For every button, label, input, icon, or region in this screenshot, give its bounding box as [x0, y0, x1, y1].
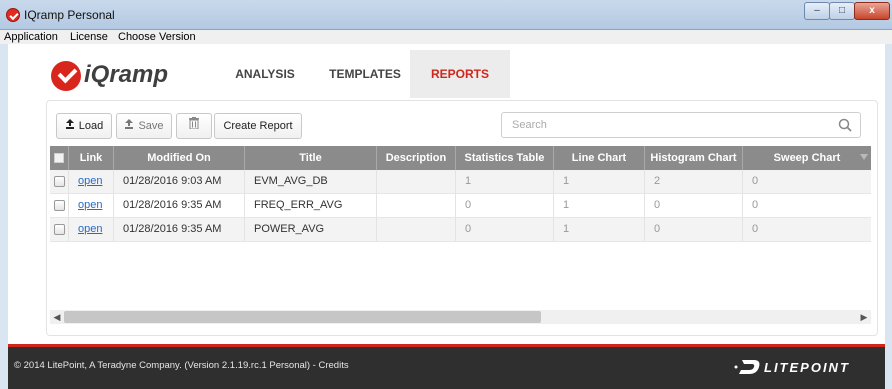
- save-button[interactable]: Save: [116, 113, 172, 139]
- search-box: [501, 112, 861, 138]
- iqramp-logo-text: iQramp: [84, 61, 169, 88]
- link-cell: open: [69, 218, 114, 241]
- trash-icon: [189, 117, 199, 132]
- load-button[interactable]: Load: [56, 113, 112, 139]
- save-label: Save: [138, 120, 164, 132]
- litepoint-logo-text: LITEPOINT: [764, 360, 850, 375]
- statistics-table-cell: 1: [456, 170, 554, 193]
- column-header-modified-on[interactable]: Modified On: [114, 146, 245, 170]
- app-icon: [6, 8, 20, 22]
- open-link[interactable]: open: [78, 199, 102, 211]
- open-link[interactable]: open: [78, 175, 102, 187]
- scrollbar-thumb[interactable]: [64, 311, 541, 323]
- line-chart-cell: 1: [554, 194, 645, 217]
- window-titlebar: IQramp Personal – □ x: [0, 0, 892, 30]
- line-chart-cell: 1: [554, 218, 645, 241]
- row-select: [50, 218, 69, 241]
- table-row[interactable]: open 01/28/2016 9:03 AM EVM_AVG_DB 1 1 2…: [50, 170, 871, 194]
- upload-icon: [65, 114, 75, 138]
- description-cell: [377, 170, 456, 193]
- modified-on-cell: 01/28/2016 9:03 AM: [114, 170, 245, 193]
- title-cell: POWER_AVG: [245, 218, 377, 241]
- column-header-line-chart[interactable]: Line Chart: [554, 146, 645, 170]
- column-header-link[interactable]: Link: [69, 146, 114, 170]
- litepoint-logo-icon: [734, 358, 762, 376]
- column-header-title[interactable]: Title: [245, 146, 377, 170]
- tab-reports[interactable]: REPORTS: [410, 50, 510, 98]
- search-input[interactable]: [502, 113, 832, 137]
- load-label: Load: [78, 120, 104, 132]
- create-report-button[interactable]: Create Report: [214, 113, 302, 139]
- open-link[interactable]: open: [78, 223, 102, 235]
- line-chart-cell: 1: [554, 170, 645, 193]
- menu-bar: Application License Choose Version: [0, 30, 892, 44]
- description-cell: [377, 218, 456, 241]
- maximize-button[interactable]: □: [829, 2, 855, 20]
- table-row[interactable]: open 01/28/2016 9:35 AM POWER_AVG 0 1 0 …: [50, 218, 871, 242]
- title-cell: FREQ_ERR_AVG: [245, 194, 377, 217]
- window-title: IQramp Personal: [24, 8, 115, 22]
- row-checkbox[interactable]: [54, 176, 65, 187]
- close-button[interactable]: x: [854, 2, 890, 20]
- modified-on-cell: 01/28/2016 9:35 AM: [114, 218, 245, 241]
- scroll-left-icon[interactable]: ◀: [50, 310, 64, 324]
- reports-table: Link Modified On Title Description Stati…: [50, 146, 871, 278]
- link-cell: open: [69, 194, 114, 217]
- horizontal-scrollbar[interactable]: ◀ ▶: [50, 310, 871, 324]
- column-header-description[interactable]: Description: [377, 146, 456, 170]
- description-cell: [377, 194, 456, 217]
- table-row[interactable]: open 01/28/2016 9:35 AM FREQ_ERR_AVG 0 1…: [50, 194, 871, 218]
- iqramp-logo-icon: [51, 61, 81, 91]
- copyright-text: © 2014 LitePoint, A Teradyne Company. (V…: [14, 360, 349, 371]
- statistics-table-cell: 0: [456, 194, 554, 217]
- tab-templates[interactable]: TEMPLATES: [320, 50, 410, 98]
- column-header-histogram-chart[interactable]: Histogram Chart: [645, 146, 743, 170]
- histogram-chart-cell: 0: [645, 194, 743, 217]
- row-select: [50, 170, 69, 193]
- column-menu-icon[interactable]: [860, 154, 868, 160]
- menu-license[interactable]: License: [70, 30, 108, 44]
- scroll-right-icon[interactable]: ▶: [857, 310, 871, 324]
- column-header-sweep-chart[interactable]: Sweep Chart: [743, 146, 871, 170]
- sweep-chart-cell: 0: [752, 223, 759, 235]
- histogram-chart-cell: 0: [645, 218, 743, 241]
- row-select: [50, 194, 69, 217]
- header-select-all: [50, 146, 69, 170]
- histogram-chart-cell: 2: [645, 170, 743, 193]
- sweep-chart-label: Sweep Chart: [773, 152, 841, 164]
- sweep-chart-cell: 0: [752, 199, 759, 211]
- link-cell: open: [69, 170, 114, 193]
- title-cell: EVM_AVG_DB: [245, 170, 377, 193]
- save-icon: [124, 114, 134, 138]
- column-header-statistics-table[interactable]: Statistics Table: [456, 146, 554, 170]
- select-all-checkbox[interactable]: [54, 153, 64, 163]
- app-header: iQramp ANALYSIS TEMPLATES REPORTS: [8, 44, 885, 98]
- statistics-table-cell: 0: [456, 218, 554, 241]
- delete-button[interactable]: [176, 113, 212, 139]
- app-footer: © 2014 LitePoint, A Teradyne Company. (V…: [8, 344, 885, 389]
- menu-application[interactable]: Application: [4, 30, 58, 44]
- minimize-button[interactable]: –: [804, 2, 830, 20]
- menu-choose-version[interactable]: Choose Version: [118, 30, 196, 44]
- row-checkbox[interactable]: [54, 224, 65, 235]
- tab-analysis[interactable]: ANALYSIS: [220, 50, 310, 98]
- search-icon[interactable]: [838, 118, 852, 132]
- modified-on-cell: 01/28/2016 9:35 AM: [114, 194, 245, 217]
- sweep-chart-cell: 0: [752, 175, 759, 187]
- table-header: Link Modified On Title Description Stati…: [50, 146, 871, 170]
- row-checkbox[interactable]: [54, 200, 65, 211]
- app-client-area: iQramp ANALYSIS TEMPLATES REPORTS Load S…: [8, 44, 885, 389]
